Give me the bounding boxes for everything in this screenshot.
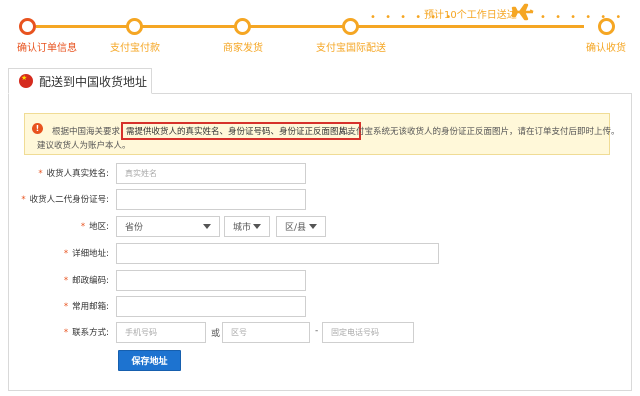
progress-track — [36, 25, 584, 28]
notice-text-line2: 建议收货人为账户本人。 — [37, 141, 131, 151]
save-address-button[interactable]: 保存地址 — [118, 350, 181, 371]
row-address: * 详细地址: — [0, 243, 640, 265]
chevron-down-icon — [253, 224, 261, 229]
contact-label: * 联系方式: — [63, 328, 109, 338]
customs-notice: ! 根据中国海关要求， 需提供收货人的真实姓名、身份证号码、身份证正反面图片。 … — [24, 113, 620, 155]
district-select[interactable]: 区/县 — [276, 216, 326, 237]
step-node-2 — [126, 18, 143, 35]
area-code-input[interactable] — [222, 322, 310, 343]
dash-separator: - — [315, 326, 319, 336]
postcode-input[interactable] — [116, 270, 306, 291]
step-node-1 — [19, 18, 36, 35]
step-node-3 — [234, 18, 251, 35]
step-label-5: 确认收货 — [586, 43, 626, 54]
tab-china-address[interactable]: ★ 配送到中国收货地址 — [8, 68, 152, 94]
step-node-4 — [342, 18, 359, 35]
step-label-1: 确认订单信息 — [17, 43, 77, 54]
chevron-down-icon — [203, 224, 211, 229]
or-text: 或 — [211, 329, 221, 339]
region-label: * 地区: — [80, 222, 109, 232]
address-input[interactable] — [116, 243, 439, 264]
postcode-label: * 邮政编码: — [63, 276, 109, 286]
airplane-icon — [511, 3, 534, 21]
province-value: 省份 — [125, 223, 144, 233]
row-email: * 常用邮箱: — [0, 296, 640, 318]
step-label-3: 商家发货 — [223, 43, 263, 54]
row-postcode: * 邮政编码: — [0, 270, 640, 292]
row-region: * 地区: 省份 城市 区/县 — [0, 216, 640, 238]
address-label: * 详细地址: — [63, 249, 109, 259]
chevron-down-icon — [309, 224, 317, 229]
district-value: 区/县 — [285, 223, 307, 233]
name-input[interactable] — [116, 163, 306, 184]
page: 确认订单信息 支付宝付款 商家发货 支付宝国际配送 确认收货 • • • • •… — [0, 0, 640, 396]
name-label: * 收货人真实姓名: — [38, 169, 109, 179]
landline-input[interactable] — [322, 322, 414, 343]
notice-text-before: 根据中国海关要求， — [52, 127, 129, 137]
row-name: * 收货人真实姓名: — [0, 163, 640, 185]
tab-title: 配送到中国收货地址 — [39, 74, 148, 89]
id-label: * 收货人二代身份证号: — [21, 195, 109, 205]
step-label-4: 支付宝国际配送 — [316, 43, 386, 54]
exclamation-icon: ! — [32, 123, 43, 134]
notice-highlight: 需提供收货人的真实姓名、身份证号码、身份证正反面图片。 — [121, 122, 361, 140]
city-select[interactable]: 城市 — [224, 216, 270, 237]
email-input[interactable] — [116, 296, 306, 317]
shipping-estimate: 预计10个工作日送达 — [424, 10, 517, 21]
notice-text-after: 如支付宝系统无该收货人的身份证正反面图片，请在订单支付后即时上传。 — [339, 127, 620, 137]
dotted-path-right: • • • • • • — [540, 12, 625, 23]
row-contact: *联系方式: 或 - — [0, 322, 640, 344]
step-label-2: 支付宝付款 — [110, 43, 160, 54]
province-select[interactable]: 省份 — [116, 216, 220, 237]
id-number-input[interactable] — [116, 189, 306, 210]
city-value: 城市 — [233, 223, 252, 233]
order-progress: 确认订单信息 支付宝付款 商家发货 支付宝国际配送 确认收货 • • • • •… — [0, 0, 640, 58]
mobile-input[interactable] — [116, 322, 206, 343]
china-flag-icon: ★ — [19, 74, 33, 88]
email-label: * 常用邮箱: — [63, 302, 109, 312]
row-id: * 收货人二代身份证号: — [0, 189, 640, 211]
